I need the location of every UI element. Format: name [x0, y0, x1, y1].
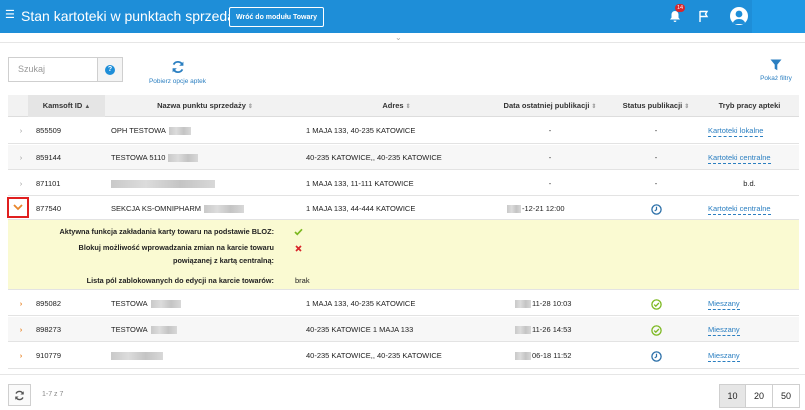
row-last-publication: - — [548, 153, 552, 162]
row-last-publication: 11-26 14:53 — [515, 317, 571, 342]
row-address: 40-235 KATOWICE,, 40-235 KATOWICE — [306, 153, 442, 162]
row-name — [111, 171, 215, 196]
row-kamsoft-id: 910779 — [36, 351, 62, 360]
row-address: 1 MAJA 133, 40-235 KATOWICE — [306, 126, 416, 135]
row-address: 1 MAJA 133, 44-444 KATOWICE — [306, 204, 416, 213]
refresh-icon — [15, 390, 24, 400]
table-header: Kamsoft ID ▲ Nazwa punktu sprzedaży ⇕ Adre… — [8, 95, 799, 117]
question-icon: ? — [105, 64, 115, 75]
table-row[interactable]: › 898273 TESTOWA 40-235 KATOWICE 1 MAJA … — [8, 317, 799, 342]
check-circle-icon — [612, 317, 700, 342]
row-kamsoft-id: 871101 — [36, 179, 61, 188]
top-bar: ☰ Stan kartoteki w punktach sprzedaży Wr… — [0, 0, 805, 33]
row-mode-link[interactable]: Mieszany — [708, 317, 740, 342]
show-filters-label: Pokaż filtry — [760, 75, 792, 82]
row-detail-panel: Aktywna funkcja zakładania karty towaru … — [8, 220, 799, 290]
row-address: 1 MAJA 133, 11-111 KATOWICE — [306, 179, 414, 188]
clock-icon — [612, 343, 700, 369]
avatar[interactable] — [730, 7, 748, 25]
row-name: TESTOWA — [111, 317, 177, 342]
chevron-down-icon — [13, 204, 23, 211]
page-size-10[interactable]: 10 — [719, 384, 746, 408]
row-kamsoft-id: 855509 — [36, 126, 62, 135]
row-last-publication: 11-28 10:03 — [515, 291, 571, 316]
menu-icon[interactable]: ☰ — [5, 9, 15, 21]
row-kamsoft-id: 898273 — [36, 325, 62, 334]
refresh-icon — [172, 60, 183, 74]
column-header-publication-status[interactable]: Status publikacji ⇕ — [612, 95, 700, 117]
column-header-address[interactable]: Adres ⇕ — [305, 95, 488, 117]
user-menu[interactable] — [752, 0, 805, 33]
filter-icon — [770, 59, 782, 71]
expand-chevron-icon[interactable]: › — [16, 291, 26, 316]
back-to-products-button[interactable]: Wróć do modułu Towary — [229, 7, 324, 27]
collapse-row-button[interactable] — [7, 197, 29, 218]
row-mode: b.d. — [743, 179, 756, 188]
header-divider: ⌄ — [0, 33, 805, 43]
clock-icon — [612, 197, 700, 220]
row-address: 40-235 KATOWICE,, 40-235 KATOWICE — [306, 351, 442, 360]
show-filters-button[interactable]: Pokaż filtry — [751, 59, 801, 82]
table-row[interactable]: › 855509 OPH TESTOWA 1 MAJA 133, 40-235 … — [8, 118, 799, 144]
column-header-last-publication[interactable]: Data ostatniej publikacji ⇕ — [488, 95, 612, 117]
row-kamsoft-id: 859144 — [36, 153, 62, 162]
column-header-pharmacy-mode: Tryb pracy apteki — [718, 101, 781, 110]
row-status: - — [654, 126, 658, 135]
table-footer — [0, 374, 805, 410]
expand-chevron-icon[interactable]: › — [16, 171, 26, 196]
row-kamsoft-id: 877540 — [36, 204, 62, 213]
expand-chevron-icon[interactable]: › — [16, 343, 26, 369]
row-last-publication: - — [548, 179, 552, 188]
row-name: TESTOWA — [111, 291, 181, 316]
row-mode-link[interactable]: Kartoteki lokalne — [708, 118, 764, 144]
row-kamsoft-id: 895082 — [36, 299, 62, 308]
column-header-name[interactable]: Nazwa punktu sprzedaży ⇕ — [105, 95, 305, 117]
search-input[interactable]: Szukaj — [8, 57, 97, 82]
fetch-pharmacy-options-button[interactable]: Pobierz opcje aptek — [140, 60, 215, 85]
row-mode-link[interactable]: Mieszany — [708, 343, 740, 369]
detail-label-locked-fields: Lista pól zablokowanych do edycji na kar… — [86, 276, 274, 285]
check-circle-icon — [612, 291, 700, 316]
expand-chevron-icon[interactable]: › — [16, 118, 26, 144]
table-row[interactable]: › 895082 TESTOWA 1 MAJA 133, 40-235 KATO… — [8, 291, 799, 316]
row-last-publication: - — [548, 126, 552, 135]
row-last-publication: -12-21 12:00 — [507, 197, 565, 220]
detail-value-locked-fields: brak — [295, 276, 310, 285]
pagination-info: 1-7 z 7 — [42, 391, 64, 398]
collapse-chevron-icon[interactable]: ⌄ — [395, 33, 402, 42]
cross-icon — [295, 245, 302, 252]
search-help-button[interactable]: ? — [97, 57, 123, 82]
row-mode-link[interactable]: Mieszany — [708, 291, 740, 316]
refresh-table-button[interactable] — [8, 384, 31, 406]
detail-label-block-changes: Blokuj możliwość wprowadzania zmian na k… — [78, 243, 274, 252]
fetch-options-label: Pobierz opcje aptek — [148, 78, 207, 85]
row-address: 1 MAJA 133, 40-235 KATOWICE — [306, 299, 416, 308]
flag-icon[interactable] — [699, 10, 709, 22]
detail-label-bloz: Aktywna funkcja zakładania karty towaru … — [59, 227, 275, 236]
page-size-20[interactable]: 20 — [746, 384, 773, 408]
row-name: OPH TESTOWA — [111, 118, 191, 144]
expand-chevron-icon[interactable]: › — [16, 317, 26, 342]
page-size-50[interactable]: 50 — [773, 384, 800, 408]
row-name: TESTOWA 5110 — [111, 145, 199, 170]
notification-badge: 14 — [675, 4, 685, 12]
detail-label-block-changes-2: powiązanej z kartą centralną: — [173, 256, 274, 265]
table-row[interactable]: › 910779 40-235 KATOWICE,, 40-235 KATOWI… — [8, 343, 799, 369]
column-header-kamsoft-id[interactable]: Kamsoft ID ▲ — [28, 95, 105, 117]
row-status: - — [654, 179, 658, 188]
row-name — [111, 343, 163, 369]
table-row[interactable]: › 859144 TESTOWA 5110 40-235 KATOWICE,, … — [8, 145, 799, 170]
row-status: - — [654, 153, 658, 162]
page-title: Stan kartoteki w punktach sprzedaży — [21, 8, 250, 24]
expand-chevron-icon[interactable]: › — [16, 145, 26, 170]
row-mode-link[interactable]: Kartoteki centralne — [708, 197, 771, 220]
row-last-publication: 06-18 11:52 — [515, 343, 571, 369]
table-row-expanded[interactable]: 877540 SEKCJA KS-OMNIPHARM 1 MAJA 133, 4… — [8, 197, 799, 220]
check-icon — [294, 228, 303, 236]
row-name: SEKCJA KS-OMNIPHARM — [111, 197, 245, 220]
row-mode-link[interactable]: Kartoteki centralne — [708, 145, 771, 170]
row-address: 40-235 KATOWICE 1 MAJA 133 — [306, 325, 414, 334]
table-row[interactable]: › 871101 1 MAJA 133, 11-111 KATOWICE - -… — [8, 171, 799, 196]
